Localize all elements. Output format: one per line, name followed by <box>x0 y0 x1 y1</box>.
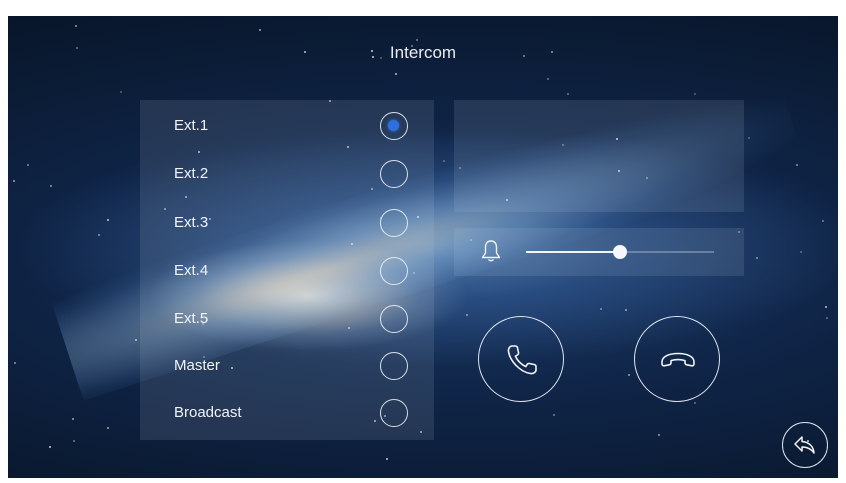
star <box>107 219 109 221</box>
page-title: Intercom <box>389 43 457 62</box>
back-button[interactable] <box>782 422 828 468</box>
star <box>694 402 696 404</box>
star <box>135 339 137 341</box>
star <box>822 220 824 222</box>
back-arrow-icon <box>794 436 815 454</box>
star <box>107 427 109 429</box>
extension-radio[interactable] <box>380 352 408 380</box>
star <box>547 78 549 80</box>
extension-radio[interactable] <box>380 399 408 427</box>
extension-option-ext-4[interactable]: Ext.4 <box>140 251 434 291</box>
extension-option-ext-2[interactable]: Ext.2 <box>140 154 434 194</box>
star <box>567 93 569 95</box>
star <box>13 180 15 182</box>
star <box>756 257 758 259</box>
extension-option-ext-1[interactable]: Ext.1 <box>140 106 434 146</box>
star <box>658 434 660 436</box>
extension-label: Ext.3 <box>174 214 209 231</box>
star <box>600 308 602 310</box>
star <box>259 29 261 31</box>
star <box>98 234 100 236</box>
star <box>748 137 750 139</box>
extension-radio[interactable] <box>380 112 408 140</box>
extension-list: Ext.1 Ext.2 Ext.3 Ext.4 Ext.5 Master Bro… <box>140 100 434 440</box>
star <box>694 93 696 95</box>
volume-slider-knob[interactable] <box>613 245 627 259</box>
star <box>72 418 74 420</box>
extension-radio[interactable] <box>380 209 408 237</box>
star <box>466 314 468 316</box>
star <box>27 164 29 166</box>
star <box>395 73 397 75</box>
bell-icon <box>478 238 504 264</box>
extension-option-master[interactable]: Master <box>140 346 434 386</box>
phone-call-icon <box>507 345 537 375</box>
ringtone-volume-panel <box>454 228 744 276</box>
star <box>73 440 75 442</box>
extension-label: Ext.5 <box>174 310 209 327</box>
extension-option-ext-3[interactable]: Ext.3 <box>140 203 434 243</box>
hang-up-button[interactable] <box>634 316 720 402</box>
extension-label: Broadcast <box>174 404 242 421</box>
star <box>628 374 630 376</box>
volume-slider[interactable] <box>526 245 714 259</box>
call-button[interactable] <box>478 316 564 402</box>
radio-selected-dot <box>388 120 399 131</box>
star <box>120 91 122 93</box>
extension-label: Ext.2 <box>174 165 209 182</box>
phone-hangup-icon <box>661 352 695 367</box>
extension-option-broadcast[interactable]: Broadcast <box>140 393 434 433</box>
video-preview-panel <box>454 100 744 212</box>
star <box>416 39 418 41</box>
extension-radio[interactable] <box>380 257 408 285</box>
extension-label: Master <box>174 357 220 374</box>
star <box>553 414 555 416</box>
extension-label: Ext.4 <box>174 262 209 279</box>
star <box>625 309 627 311</box>
extension-radio[interactable] <box>380 160 408 188</box>
star <box>49 446 51 448</box>
star <box>796 164 798 166</box>
volume-slider-fill <box>526 251 620 253</box>
extension-radio[interactable] <box>380 305 408 333</box>
star <box>443 160 445 162</box>
star <box>50 185 52 187</box>
star <box>75 25 77 27</box>
intercom-screen: Intercom Ext.1 Ext.2 Ext.3 Ext.4 Ext.5 M… <box>8 16 838 478</box>
star <box>826 317 828 319</box>
star <box>800 251 802 253</box>
extension-option-ext-5[interactable]: Ext.5 <box>140 299 434 339</box>
star <box>386 458 388 460</box>
extension-label: Ext.1 <box>174 117 209 134</box>
star <box>14 362 16 364</box>
star <box>825 306 827 308</box>
